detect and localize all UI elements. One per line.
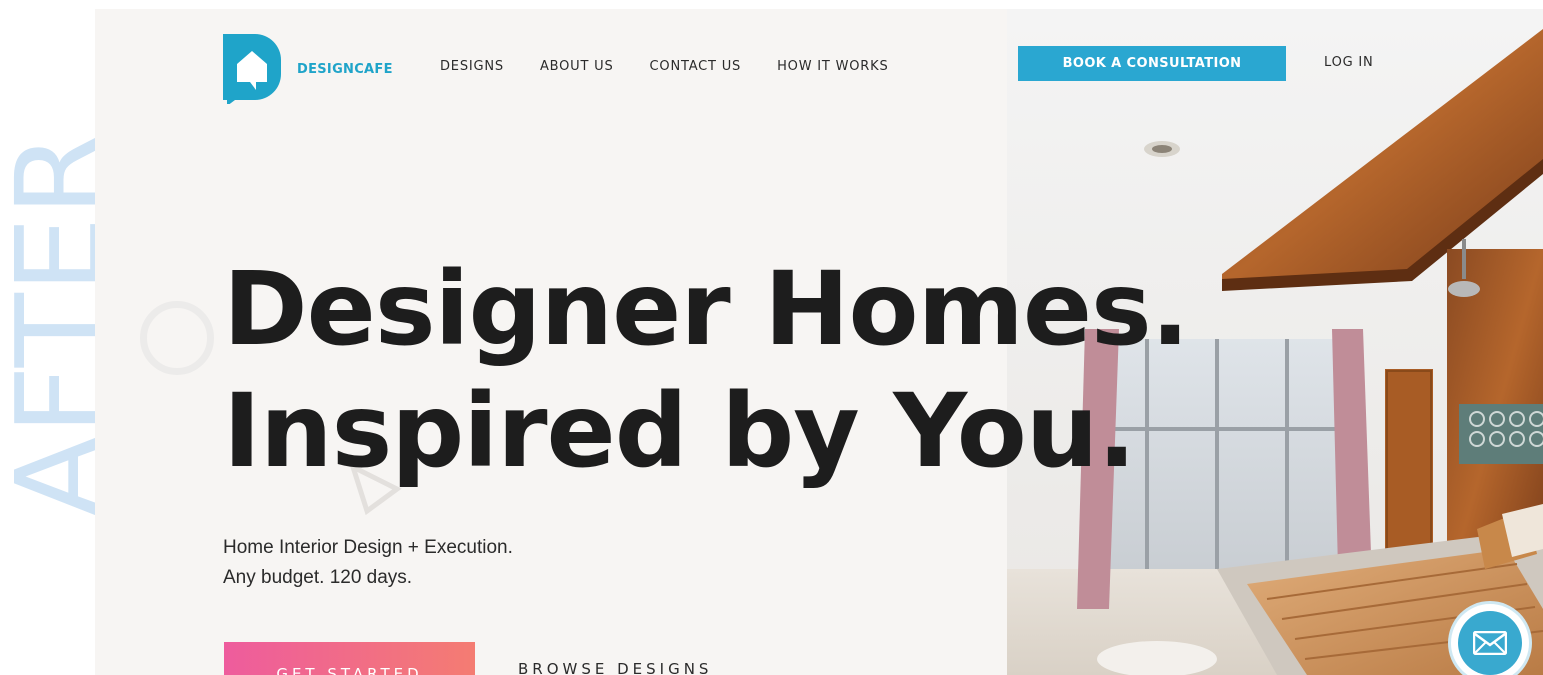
login-link[interactable]: LOG IN <box>1324 55 1374 70</box>
screenshot-stage: AFTER DESIGNCAFE DESIGNS ABOUT US CONTAC… <box>0 0 1543 675</box>
designcafe-logo-icon <box>223 34 281 104</box>
get-started-button[interactable]: GET STARTED <box>224 642 475 675</box>
main-nav: DESIGNS ABOUT US CONTACT US HOW IT WORKS <box>440 59 925 74</box>
website-page: DESIGNCAFE DESIGNS ABOUT US CONTACT US H… <box>95 9 1543 675</box>
nav-contact-us[interactable]: CONTACT US <box>650 59 742 74</box>
browse-designs-link[interactable]: BROWSE DESIGNS <box>518 660 712 675</box>
headline-line-1: Designer Homes. <box>223 250 1190 369</box>
nav-how-it-works[interactable]: HOW IT WORKS <box>777 59 888 74</box>
nav-designs[interactable]: DESIGNS <box>440 59 504 74</box>
envelope-icon <box>1473 631 1507 655</box>
hero-headline: Designer Homes. Inspired by You. <box>223 249 1190 493</box>
decorative-circle-icon <box>140 301 214 375</box>
subtext-line-1: Home Interior Design + Execution. <box>223 537 513 558</box>
after-overlay-label: AFTER <box>0 132 110 518</box>
nav-about-us[interactable]: ABOUT US <box>540 59 614 74</box>
brand-name: DESIGNCAFE <box>297 61 393 77</box>
chat-button-inner <box>1458 611 1522 675</box>
subtext-line-2: Any budget. 120 days. <box>223 567 413 588</box>
book-consultation-button[interactable]: BOOK A CONSULTATION <box>1018 46 1286 81</box>
svg-text:AFTER: AFTER <box>0 132 110 518</box>
brand-logo[interactable]: DESIGNCAFE <box>223 34 393 104</box>
chat-button[interactable] <box>1451 604 1529 675</box>
headline-line-2: Inspired by You. <box>223 372 1136 491</box>
hero-subtext: Home Interior Design + Execution. Any bu… <box>223 533 513 593</box>
